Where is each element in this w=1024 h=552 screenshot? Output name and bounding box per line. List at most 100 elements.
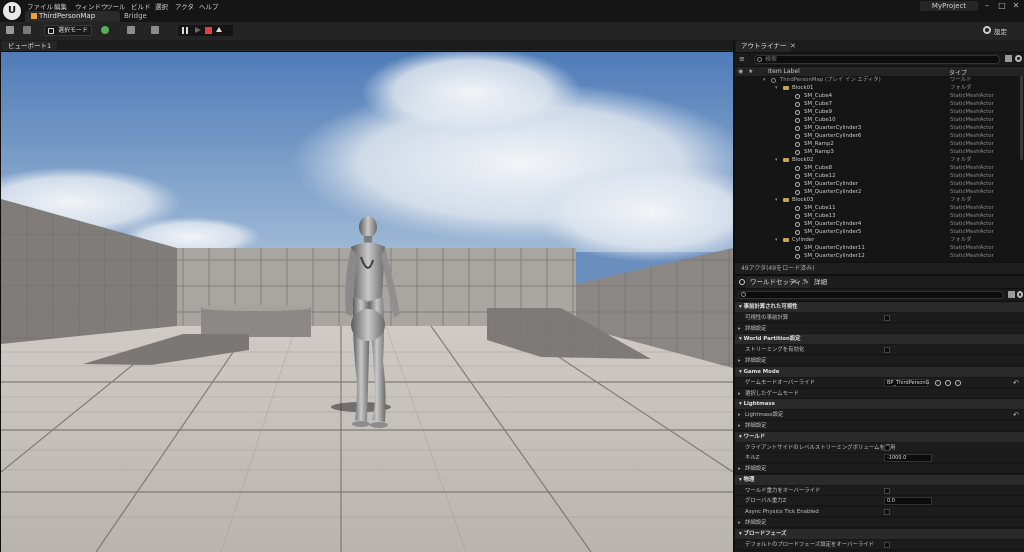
eject-icon[interactable] xyxy=(216,27,222,32)
pause-icon[interactable] xyxy=(182,27,184,34)
pin-column-icon[interactable]: ★ xyxy=(748,68,753,75)
reset-icon[interactable] xyxy=(955,379,961,386)
add-content-icon[interactable] xyxy=(101,26,109,34)
menu-select[interactable]: 選択 xyxy=(155,1,168,11)
close-window-icon[interactable]: ✕ xyxy=(1009,0,1023,11)
outliner-search-input[interactable] xyxy=(754,55,1000,64)
outliner-actor-row[interactable]: SM_QuarterCylinder5 StaticMeshActor xyxy=(735,228,1019,236)
outliner-folder-row[interactable]: ▾ Cylinder フォルダ xyxy=(735,236,1019,244)
outliner-actor-row[interactable]: SM_Cube8 StaticMeshActor xyxy=(735,164,1019,172)
outliner-actor-row[interactable]: SM_Cube9 StaticMeshActor xyxy=(735,108,1019,116)
outliner-folder-row[interactable]: ▾ Block03 フォルダ xyxy=(735,196,1019,204)
expand-arrow-icon[interactable]: ▸ xyxy=(738,410,741,420)
details-section-header[interactable]: ▾ Game Mode xyxy=(735,366,1024,377)
property-checkbox[interactable] xyxy=(884,541,890,548)
tab-world-settings[interactable]: ワールドセッティ.. xyxy=(746,277,810,288)
expand-arrow-icon[interactable]: ▾ xyxy=(775,84,778,92)
settings-button[interactable]: 設定 xyxy=(994,26,1007,36)
grid-view-icon[interactable] xyxy=(1008,291,1015,298)
outliner-actor-row[interactable]: SM_Cube12 StaticMeshActor xyxy=(735,172,1019,180)
details-section-header[interactable]: ▾ 事前計算された可視性 xyxy=(735,302,1024,312)
details-property-row[interactable]: ▸ 詳細設定 xyxy=(735,517,1024,528)
outliner-actor-row[interactable]: SM_QuarterCylinder2 StaticMeshActor xyxy=(735,188,1019,196)
property-checkbox[interactable] xyxy=(884,509,890,516)
outliner-scrollbar[interactable] xyxy=(1020,76,1023,160)
outliner-folder-row[interactable]: ▾ Block02 フォルダ xyxy=(735,156,1019,164)
expand-arrow-icon[interactable]: ▾ xyxy=(775,196,778,204)
details-settings-icon[interactable] xyxy=(1017,291,1023,298)
add-folder-icon[interactable] xyxy=(1005,55,1012,62)
property-dropdown[interactable]: BP_ThirdPersonG xyxy=(884,378,929,387)
play-icon[interactable] xyxy=(195,27,201,33)
tab-viewport[interactable]: ビューポート1 xyxy=(2,41,58,51)
close-tab-icon[interactable]: ✕ xyxy=(792,278,798,286)
property-number-field[interactable]: -1000.0 xyxy=(884,454,932,463)
details-property-row[interactable]: ▸ 選択したゲームモード xyxy=(735,388,1024,399)
details-property-row[interactable]: ▸ 詳細設定 xyxy=(735,323,1024,334)
outliner-actor-row[interactable]: SM_Ramp3 StaticMeshActor xyxy=(735,148,1019,156)
outliner-settings-icon[interactable] xyxy=(1015,55,1022,62)
unreal-logo-icon[interactable]: U xyxy=(3,2,21,20)
outliner-actor-row[interactable]: SM_QuarterCylinder12 StaticMeshActor xyxy=(735,252,1019,260)
property-checkbox[interactable] xyxy=(884,315,890,321)
expand-arrow-icon[interactable]: ▸ xyxy=(738,518,741,528)
details-property-row[interactable]: ▸ 詳細設定 xyxy=(735,464,1024,474)
details-property-row[interactable]: ▸ 詳細設定 xyxy=(735,420,1024,431)
details-property-row[interactable]: ▸ Lightmass設定 ↶ xyxy=(735,410,1024,421)
outliner-actor-row[interactable]: SM_Ramp2 StaticMeshActor xyxy=(735,140,1019,148)
outliner-actor-row[interactable]: SM_Cube10 StaticMeshActor xyxy=(735,116,1019,124)
minimize-icon[interactable]: – xyxy=(980,0,994,11)
details-section-header[interactable]: ▾ ブロードフェーズ xyxy=(735,528,1024,539)
browse-icon[interactable] xyxy=(935,379,941,386)
outliner-actor-row[interactable]: SM_QuarterCylinder3 StaticMeshActor xyxy=(735,124,1019,132)
visibility-column-icon[interactable]: ◉ xyxy=(738,68,743,75)
menu-actor[interactable]: アクタ xyxy=(175,1,194,11)
outliner-actor-row[interactable]: SM_Cube13 StaticMeshActor xyxy=(735,212,1019,220)
column-item-label[interactable]: Item Label xyxy=(768,68,800,75)
tab-outliner[interactable]: アウトライナー xyxy=(736,41,792,52)
tab-third-person-map[interactable]: ThirdPersonMap xyxy=(25,11,120,22)
outliner-folder-row[interactable]: ▾ Block01 フォルダ xyxy=(735,84,1019,92)
filter-icon[interactable]: ≡ xyxy=(739,55,749,63)
expand-arrow-icon[interactable]: ▾ xyxy=(775,156,778,164)
menu-help[interactable]: ヘルプ xyxy=(199,1,219,11)
expand-arrow-icon[interactable]: ▸ xyxy=(738,464,741,474)
property-checkbox[interactable] xyxy=(884,347,890,354)
outliner-world-row[interactable]: ▾ ThirdPersonMap (プレイ イン エディタ) ワールド xyxy=(735,76,1019,84)
reset-to-default-icon[interactable]: ↶ xyxy=(1013,410,1019,420)
details-section-header[interactable]: ▾ World Partition設定 xyxy=(735,334,1024,345)
expand-arrow-icon[interactable]: ▸ xyxy=(738,324,741,334)
tab-details[interactable]: 詳細 xyxy=(810,277,831,288)
tab-bridge[interactable]: Bridge xyxy=(124,11,147,22)
property-number-field[interactable]: 0.0 xyxy=(884,497,932,506)
save-icon[interactable] xyxy=(6,26,14,34)
outliner-actor-row[interactable]: SM_QuarterCylinder4 StaticMeshActor xyxy=(735,220,1019,228)
maximize-icon[interactable]: □ xyxy=(995,0,1009,11)
expand-arrow-icon[interactable]: ▾ xyxy=(775,236,778,244)
property-checkbox[interactable] xyxy=(884,444,890,451)
outliner-actor-row[interactable]: SM_QuarterCylinder StaticMeshActor xyxy=(735,180,1019,188)
expand-arrow-icon[interactable]: ▸ xyxy=(738,421,741,431)
details-property-row[interactable]: ▸ 詳細設定 xyxy=(735,356,1024,367)
content-browser-icon[interactable] xyxy=(23,26,31,34)
menu-build[interactable]: ビルド xyxy=(131,1,151,11)
close-tab-icon[interactable]: ✕ xyxy=(790,42,796,50)
property-checkbox[interactable] xyxy=(884,487,890,494)
details-section-header[interactable]: ▾ 物理 xyxy=(735,474,1024,485)
outliner-actor-row[interactable]: SM_Cube4 StaticMeshActor xyxy=(735,92,1019,100)
details-section-header[interactable]: ▾ ワールド xyxy=(735,431,1024,442)
expand-arrow-icon[interactable]: ▸ xyxy=(738,389,741,399)
gear-icon[interactable] xyxy=(983,26,991,34)
details-section-header[interactable]: ▾ Lightmass xyxy=(735,399,1024,410)
blueprint-icon[interactable] xyxy=(127,26,135,34)
use-selected-icon[interactable] xyxy=(945,379,951,386)
expand-arrow-icon[interactable]: ▾ xyxy=(763,76,766,84)
outliner-actor-row[interactable]: SM_QuarterCylinder11 StaticMeshActor xyxy=(735,244,1019,252)
menu-tools[interactable]: ツール xyxy=(106,1,126,11)
reset-to-default-icon[interactable]: ↶ xyxy=(1013,378,1019,388)
menu-file[interactable]: ファイル xyxy=(27,1,53,11)
level-viewport[interactable] xyxy=(1,52,733,552)
menu-window[interactable]: ウィンドウ xyxy=(75,1,108,11)
details-search-input[interactable] xyxy=(738,291,1004,299)
cinematics-icon[interactable] xyxy=(151,26,159,34)
